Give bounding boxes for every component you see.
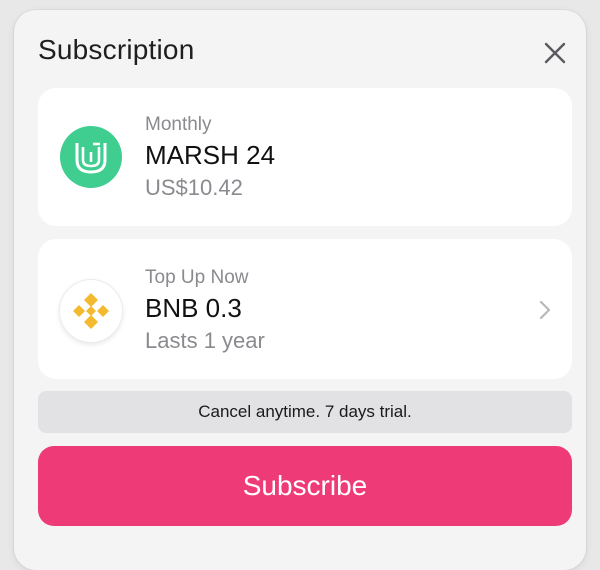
chevron-right-icon (539, 300, 551, 320)
dialog-title: Subscription (38, 34, 195, 65)
topup-duration: Lasts 1 year (145, 328, 265, 353)
topup-amount: BNB 0.3 (145, 293, 242, 323)
plan-name: MARSH 24 (145, 140, 276, 170)
close-button[interactable] (542, 40, 568, 66)
plan-label: Monthly (145, 114, 212, 135)
plan-price: US$10.42 (145, 175, 243, 200)
trial-notice: Cancel anytime. 7 days trial. (38, 391, 572, 433)
close-icon (544, 42, 566, 64)
subscription-dialog: Subscription Monthly MARSH 24 US$10.42 T… (14, 10, 586, 570)
topup-label: Top Up Now (145, 267, 249, 288)
monthly-plan-card[interactable]: Monthly MARSH 24 US$10.42 (38, 88, 572, 226)
subscribe-button[interactable]: Subscribe (38, 446, 572, 526)
topup-plan-card[interactable]: Top Up Now BNB 0.3 Lasts 1 year (38, 239, 572, 379)
marsh-logo-icon (60, 126, 122, 188)
bnb-logo-icon (60, 280, 122, 342)
